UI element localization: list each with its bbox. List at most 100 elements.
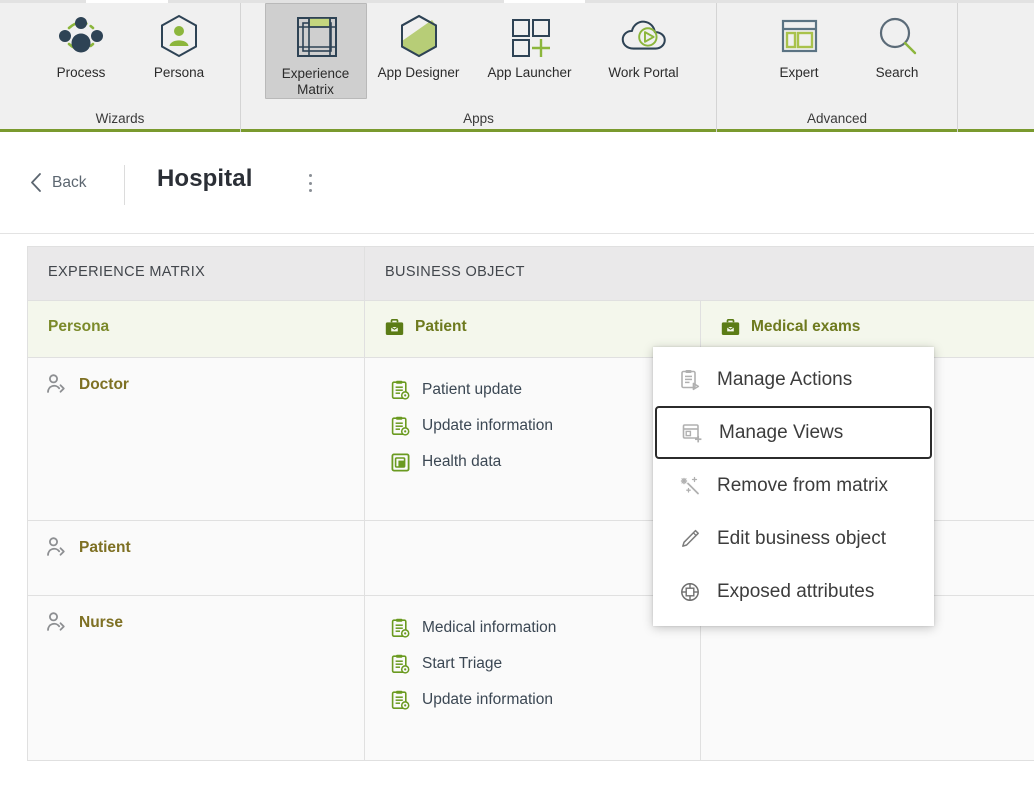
- ribbon-button-experience-matrix-label: Experience Matrix: [282, 66, 350, 98]
- matrix-header-persona-inner: Persona: [28, 301, 364, 336]
- ribbon-groups: Process Persona Wizards Experience Matri…: [0, 3, 1034, 132]
- matrix-cell-patient-patient[interactable]: [364, 520, 701, 596]
- app-launcher-grid-plus-icon: [502, 9, 558, 63]
- ribbon-button-app-launcher[interactable]: App Launcher: [471, 3, 589, 81]
- persona-arrow-icon: [46, 612, 67, 633]
- menu-item-exposed-attributes[interactable]: Exposed attributes: [653, 565, 934, 618]
- persona-label-doctor: Doctor: [79, 375, 129, 393]
- ribbon-button-work-portal-label: Work Portal: [608, 65, 679, 80]
- matrix-header-object-patient-inner: Patient: [365, 301, 700, 336]
- menu-item-exposed-attributes-label: Exposed attributes: [717, 580, 875, 602]
- remove-from-matrix-icon: [679, 475, 701, 497]
- matrix-persona-cell-nurse[interactable]: Nurse: [27, 595, 365, 761]
- matrix-header-object-patient[interactable]: Patient: [364, 300, 701, 358]
- clipboard-gear-icon: [391, 654, 410, 674]
- persona-label-nurse: Nurse: [79, 613, 123, 631]
- persona-cell-inner-doctor: Doctor: [28, 358, 364, 395]
- manage-views-icon: [681, 422, 703, 444]
- ribbon-group-apps-items: Experience Matrix App Designer App Launc…: [259, 3, 699, 109]
- menu-item-edit-business-object-label: Edit business object: [717, 527, 886, 549]
- persona-hexagon-user-icon: [151, 9, 207, 63]
- app-designer-hexagon-icon: [391, 9, 447, 63]
- ribbon-group-apps-label: Apps: [463, 111, 494, 126]
- matrix-cell-doctor-patient[interactable]: Patient update Update information Health…: [364, 357, 701, 521]
- ribbon-group-advanced-items: Expert Search: [728, 3, 946, 109]
- kebab-menu-icon[interactable]: [303, 171, 317, 195]
- ribbon-button-process-label: Process: [56, 65, 106, 80]
- menu-item-edit-business-object[interactable]: Edit business object: [653, 512, 934, 565]
- chevron-left-icon: [30, 173, 42, 192]
- matrix-header-object-medical-exams-label: Medical exams: [751, 318, 861, 335]
- experience-matrix-label-line2: Matrix: [297, 82, 334, 97]
- ribbon-button-work-portal[interactable]: Work Portal: [589, 3, 699, 81]
- ribbon-group-wizards: Process Persona Wizards: [0, 3, 240, 132]
- briefcase-icon: [721, 318, 740, 336]
- ribbon-group-wizards-label: Wizards: [95, 111, 145, 126]
- cell-item-list: Patient update Update information Health…: [365, 358, 700, 490]
- list-item[interactable]: Update information: [391, 682, 700, 718]
- persona-arrow-icon: [46, 537, 67, 558]
- list-item-label: Update information: [422, 417, 553, 434]
- ribbon-group-wizards-items: Process Persona: [12, 3, 228, 109]
- ribbon-button-persona-label: Persona: [153, 65, 205, 80]
- matrix-header-object-medical-exams-inner: Medical exams: [701, 301, 1034, 336]
- back-button[interactable]: Back: [30, 173, 86, 192]
- matrix-band-business-object: BUSINESS OBJECT: [364, 246, 1034, 301]
- menu-item-manage-views[interactable]: Manage Views: [655, 406, 932, 459]
- menu-item-remove-from-matrix[interactable]: Remove from matrix: [653, 459, 934, 512]
- ribbon-button-app-designer-label: App Designer: [377, 65, 460, 80]
- list-item-label: Start Triage: [422, 655, 503, 672]
- ribbon-group-advanced: Expert Search Advanced: [716, 3, 957, 132]
- menu-item-manage-views-label: Manage Views: [719, 421, 844, 443]
- matrix-persona-cell-patient[interactable]: Patient: [27, 520, 365, 596]
- list-item-label: Health data: [422, 453, 502, 470]
- persona-label-patient: Patient: [79, 538, 131, 556]
- page-title: Hospital: [157, 165, 253, 192]
- matrix-header-persona-label: Persona: [48, 318, 110, 335]
- pencil-edit-icon: [679, 528, 701, 550]
- ribbon-toolbar: Process Persona Wizards Experience Matri…: [0, 0, 1034, 132]
- ribbon-button-search[interactable]: Search: [848, 3, 946, 81]
- clipboard-gear-icon: [391, 618, 410, 638]
- ribbon-button-expert[interactable]: Expert: [750, 3, 848, 81]
- ribbon-button-expert-label: Expert: [779, 65, 819, 80]
- menu-item-manage-actions[interactable]: Manage Actions: [653, 353, 934, 406]
- menu-item-manage-actions-label: Manage Actions: [717, 368, 853, 390]
- matrix-header-object-patient-label: Patient: [415, 318, 467, 335]
- matrix-header-persona: Persona: [27, 300, 365, 358]
- matrix-band-experience-matrix-label: EXPERIENCE MATRIX: [48, 264, 206, 280]
- menu-item-remove-from-matrix-label: Remove from matrix: [717, 474, 889, 496]
- matrix-band-experience-matrix: EXPERIENCE MATRIX: [27, 246, 365, 301]
- view-window-icon: [391, 452, 410, 472]
- experience-matrix-icon: [288, 10, 344, 64]
- back-button-label: Back: [52, 173, 87, 191]
- experience-matrix-label-line1: Experience: [281, 66, 350, 81]
- matrix-band-business-object-label: BUSINESS OBJECT: [385, 264, 525, 280]
- clipboard-gear-icon: [391, 416, 410, 436]
- page-header: Back Hospital: [0, 135, 1034, 234]
- matrix-cell-nurse-patient[interactable]: Medical information Start Triage Update …: [364, 595, 701, 761]
- ribbon-button-process[interactable]: Process: [32, 3, 130, 81]
- persona-arrow-icon: [46, 374, 67, 395]
- ribbon-group-apps: Experience Matrix App Designer App Launc…: [240, 3, 716, 132]
- ribbon-button-persona[interactable]: Persona: [130, 3, 228, 81]
- work-portal-cloud-play-icon: [616, 9, 672, 63]
- ribbon-button-app-launcher-label: App Launcher: [487, 65, 572, 80]
- briefcase-icon: [385, 318, 404, 336]
- clipboard-gear-icon: [391, 380, 410, 400]
- ribbon-group-spacer: [957, 3, 1034, 132]
- search-magnifier-icon: [869, 9, 925, 63]
- persona-cell-inner-patient: Patient: [28, 521, 364, 558]
- manage-actions-icon: [679, 369, 701, 391]
- list-item-label: Update information: [422, 691, 553, 708]
- list-item-label: Patient update: [422, 381, 522, 398]
- matrix-persona-cell-doctor[interactable]: Doctor: [27, 357, 365, 521]
- cell-item-list-empty: [365, 521, 700, 545]
- ribbon-button-experience-matrix[interactable]: Experience Matrix: [264, 3, 367, 99]
- business-object-context-menu: Manage Actions Manage Views Remove from: [653, 347, 934, 626]
- ribbon-button-app-designer[interactable]: App Designer: [367, 3, 471, 81]
- expert-window-panels-icon: [771, 9, 827, 63]
- persona-cell-inner-nurse: Nurse: [28, 596, 364, 633]
- list-item[interactable]: Start Triage: [391, 646, 700, 682]
- matrix-band-row: EXPERIENCE MATRIX BUSINESS OBJECT: [27, 246, 1034, 301]
